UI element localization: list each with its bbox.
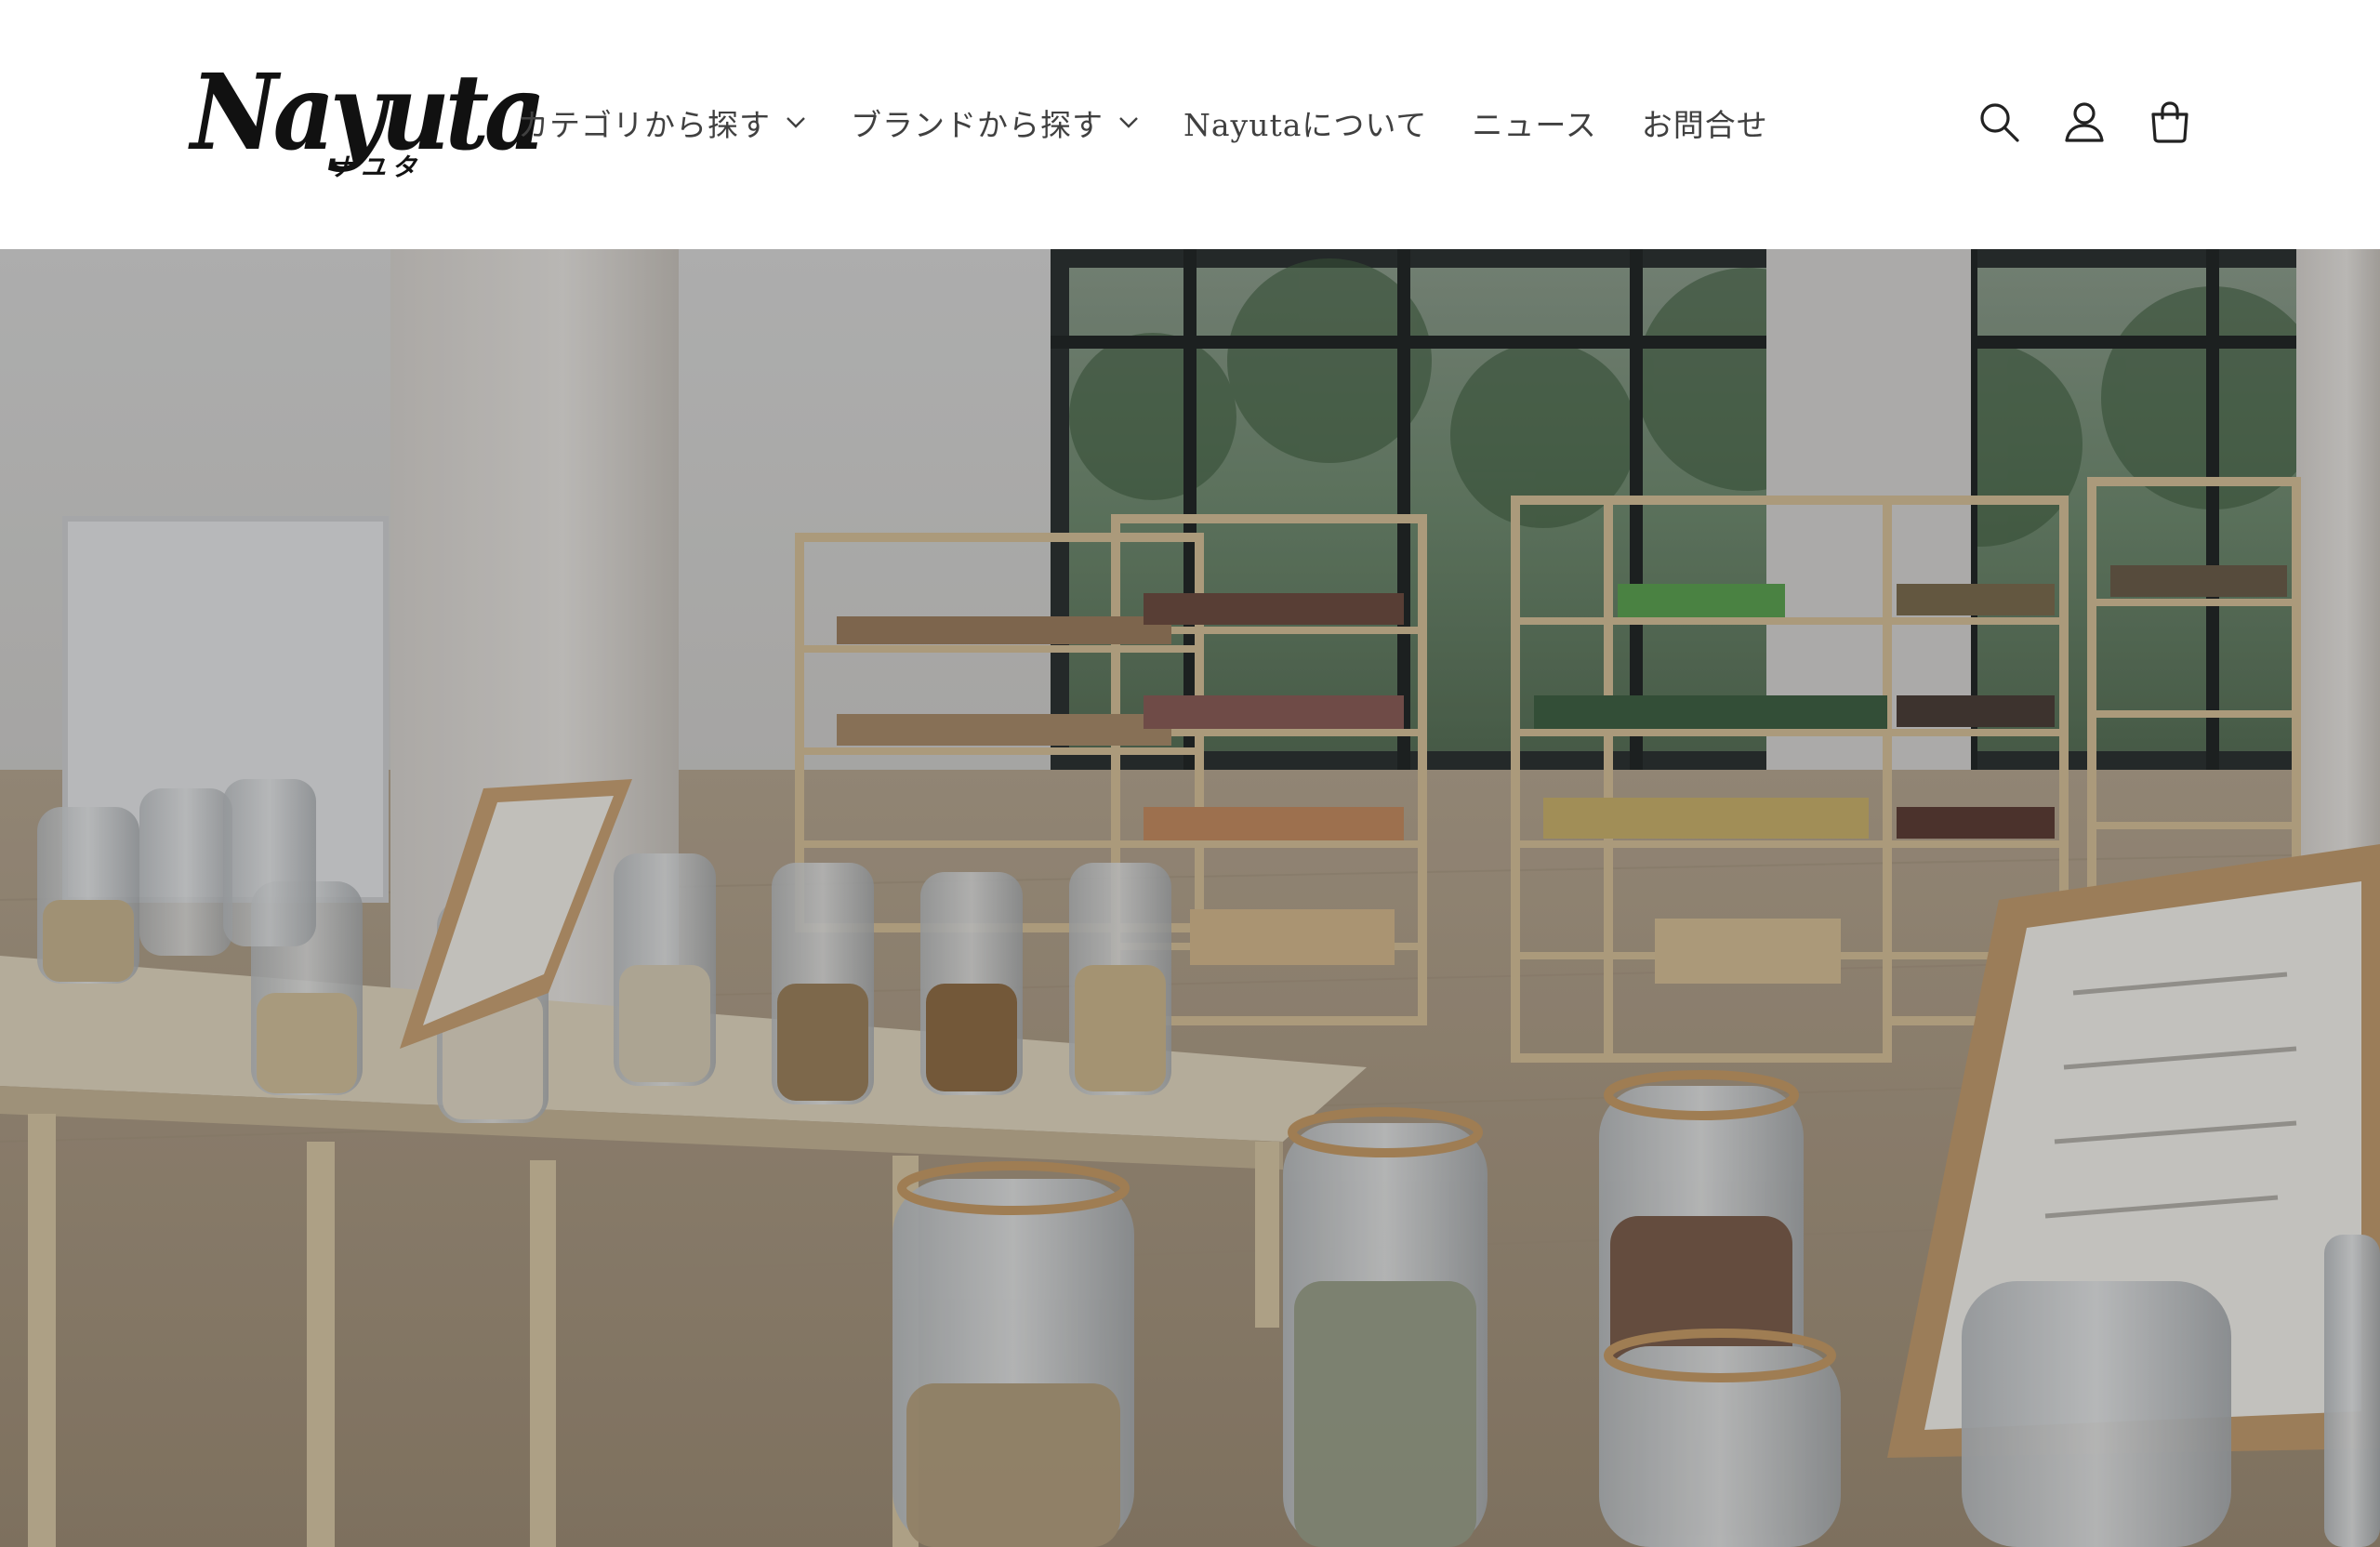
nav-item-news[interactable]: ニュース — [1449, 93, 1619, 152]
main-nav: カテゴリから探す ブランドから探す Nayutaについて ニュース お問合せ — [496, 93, 1791, 152]
search-icon — [1980, 103, 2019, 142]
cart-button[interactable] — [2146, 88, 2194, 155]
search-button[interactable] — [1975, 88, 2023, 155]
logo-kana: ナユタ — [330, 153, 422, 182]
nav-item-label: カテゴリから探す — [518, 107, 771, 143]
chevron-down-icon — [787, 117, 805, 128]
account-icon — [2065, 102, 2104, 142]
logo[interactable]: Nayuta ナユタ — [191, 61, 547, 183]
header-icons — [1975, 88, 2194, 155]
nav-item-about[interactable]: Nayutaについて — [1161, 93, 1449, 152]
nav-item-label: ブランドから探す — [851, 107, 1104, 143]
chevron-down-icon — [1119, 117, 1138, 128]
nav-item-contact[interactable]: お問合せ — [1620, 93, 1791, 152]
nav-item-label: Nayutaについて — [1183, 107, 1428, 143]
cart-icon — [2151, 101, 2188, 143]
account-button[interactable] — [2060, 88, 2109, 155]
hero-banner[interactable] — [0, 249, 2380, 1547]
nav-item-label: ニュース — [1472, 107, 1597, 143]
site-header: Nayuta ナユタ カテゴリから探す ブランドから探す Nayutaについて … — [0, 0, 2380, 249]
nav-item-category[interactable]: カテゴリから探す — [496, 93, 828, 152]
nav-item-label: お問合せ — [1641, 107, 1768, 143]
nav-item-brand[interactable]: ブランドから探す — [828, 93, 1161, 152]
hero-image — [0, 249, 2380, 1547]
